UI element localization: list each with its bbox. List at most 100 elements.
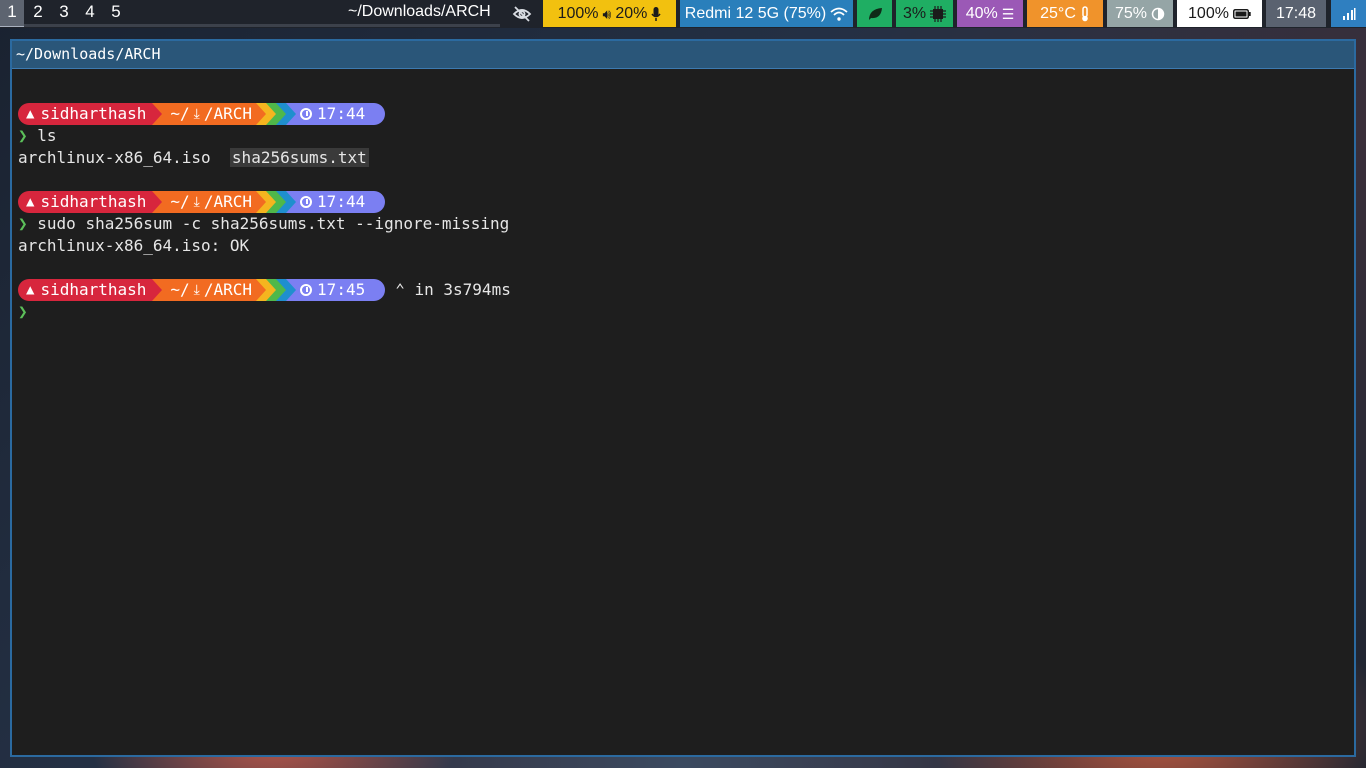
prompt-separator — [286, 279, 297, 301]
output-line: archlinux-x86_64.iso sha256sums.txt — [18, 147, 1354, 169]
power-profile-module[interactable] — [857, 0, 892, 27]
terminal-window[interactable]: ~/Downloads/ARCH ▲ sidharthash ~/ ⤓ /ARC… — [10, 39, 1356, 757]
duration-icon: ⌃ — [395, 280, 405, 299]
workspace-3[interactable]: 3 — [52, 0, 76, 26]
download-icon: ⤓ — [193, 194, 200, 210]
thermometer-icon — [1082, 5, 1088, 21]
command-line[interactable]: ❯ — [18, 301, 1354, 323]
top-bar: 1 2 3 4 5 ~/Downloads/ARCH 100% 🔊︎ 20% R… — [0, 0, 1366, 28]
prompt-separator — [276, 191, 287, 213]
duration-text: in 3s794ms — [414, 280, 511, 299]
prompt-separator — [256, 103, 267, 125]
command-text: sudo sha256sum -c sha256sums.txt --ignor… — [37, 214, 510, 233]
prompt-separator — [152, 279, 163, 301]
clock-icon — [300, 108, 313, 120]
cpu-module[interactable]: 3% — [896, 0, 953, 27]
prompt-line: ▲ sidharthash ~/ ⤓ /ARCH 17:44 — [18, 103, 1354, 125]
prompt-user: sidharthash — [40, 280, 147, 299]
clock-icon — [300, 284, 313, 296]
prompt-char: ❯ — [18, 126, 28, 145]
memory-value: 40% — [965, 5, 998, 22]
clock-icon — [300, 196, 313, 208]
prompt-user-segment: ▲ sidharthash — [18, 191, 153, 213]
signal-icon — [1342, 7, 1355, 20]
prompt-path-home: ~/ — [170, 280, 190, 299]
battery-value: 100% — [1188, 5, 1229, 22]
tray-module[interactable] — [1331, 0, 1366, 27]
arch-logo-icon: ▲ — [26, 106, 35, 122]
prompt-user-segment: ▲ sidharthash — [18, 279, 153, 301]
command-line: ❯ ls — [18, 125, 1354, 147]
prompt-user: sidharthash — [40, 104, 147, 123]
audio-module[interactable]: 100% 🔊︎ 20% — [543, 0, 676, 27]
workspace-4[interactable]: 4 — [78, 0, 102, 26]
prompt-separator — [286, 103, 297, 125]
clock-module[interactable]: 17:48 — [1266, 0, 1326, 27]
command-line: ❯ sudo sha256sum -c sha256sums.txt --ign… — [18, 213, 1354, 235]
brightness-value: 75% — [1114, 5, 1148, 22]
prompt-separator — [266, 279, 277, 301]
file-iso: archlinux-x86_64.iso — [18, 148, 211, 167]
terminal-title: ~/Downloads/ARCH — [12, 41, 1354, 69]
prompt-separator — [276, 103, 287, 125]
cpu-value: 3% — [902, 5, 927, 22]
arch-logo-icon: ▲ — [26, 282, 35, 298]
prompt-line: ▲ sidharthash ~/ ⤓ /ARCH 17:45 ⌃ in 3s79… — [18, 279, 1354, 301]
prompt-path-segment: ~/ ⤓ /ARCH — [162, 103, 257, 125]
speaker-icon: 🔊︎ — [602, 5, 612, 22]
prompt-separator — [286, 191, 297, 213]
prompt-separator — [266, 103, 277, 125]
workspace-2[interactable]: 2 — [26, 0, 50, 26]
file-sums: sha256sums.txt — [229, 148, 369, 167]
prompt-path-dir: /ARCH — [203, 104, 253, 123]
microphone-icon — [651, 6, 661, 21]
prompt-separator — [152, 191, 163, 213]
workspace-5[interactable]: 5 — [104, 0, 128, 26]
half-circle-icon — [1151, 7, 1165, 20]
wifi-icon — [830, 7, 848, 21]
prompt-separator — [266, 191, 277, 213]
prompt-time: 17:45 — [317, 280, 366, 299]
network-module[interactable]: Redmi 12 5G (75%) — [680, 0, 853, 27]
command-duration: ⌃ in 3s794ms — [395, 279, 511, 301]
prompt-time: 17:44 — [317, 104, 366, 123]
battery-module[interactable]: 100% — [1177, 0, 1262, 27]
prompt-path-dir: /ARCH — [203, 280, 253, 299]
memory-module[interactable]: 40% ☰ — [957, 0, 1023, 27]
download-icon: ⤓ — [193, 106, 200, 122]
leaf-icon — [868, 7, 882, 20]
download-icon: ⤓ — [193, 282, 200, 298]
prompt-line: ▲ sidharthash ~/ ⤓ /ARCH 17:44 — [18, 191, 1354, 213]
command-text: ls — [37, 126, 57, 145]
volume-value: 100% — [557, 5, 599, 22]
prompt-path-segment: ~/ ⤓ /ARCH — [162, 191, 257, 213]
brightness-module[interactable]: 75% — [1107, 0, 1173, 27]
bars-icon: ☰ — [1001, 5, 1015, 22]
temperature-module[interactable]: 25°C — [1027, 0, 1103, 27]
network-value: Redmi 12 5G (75%) — [684, 5, 827, 22]
prompt-time: 17:44 — [317, 192, 366, 211]
prompt-char: ❯ — [18, 214, 28, 233]
prompt-separator — [276, 279, 287, 301]
prompt-time-segment: 17:44 — [296, 103, 386, 125]
arch-logo-icon: ▲ — [26, 194, 35, 210]
temperature-value: 25°C — [1040, 5, 1076, 22]
workspace-1[interactable]: 1 — [0, 0, 24, 26]
output-line: archlinux-x86_64.iso: OK — [18, 236, 250, 255]
prompt-time-segment: 17:44 — [296, 191, 386, 213]
prompt-separator — [256, 279, 267, 301]
prompt-time-segment: 17:45 — [296, 279, 386, 301]
prompt-user-segment: ▲ sidharthash — [18, 103, 153, 125]
prompt-user: sidharthash — [40, 192, 147, 211]
prompt-path-segment: ~/ ⤓ /ARCH — [162, 279, 257, 301]
prompt-path-home: ~/ — [170, 192, 190, 211]
chip-icon — [930, 5, 947, 22]
terminal-body[interactable]: ▲ sidharthash ~/ ⤓ /ARCH 17:44 ❯ ls arch… — [18, 103, 1354, 323]
prompt-char: ❯ — [18, 302, 28, 321]
prompt-separator — [256, 191, 267, 213]
window-title: ~/Downloads/ARCH — [348, 3, 491, 20]
idle-inhibitor[interactable] — [503, 0, 540, 27]
prompt-separator — [152, 103, 163, 125]
